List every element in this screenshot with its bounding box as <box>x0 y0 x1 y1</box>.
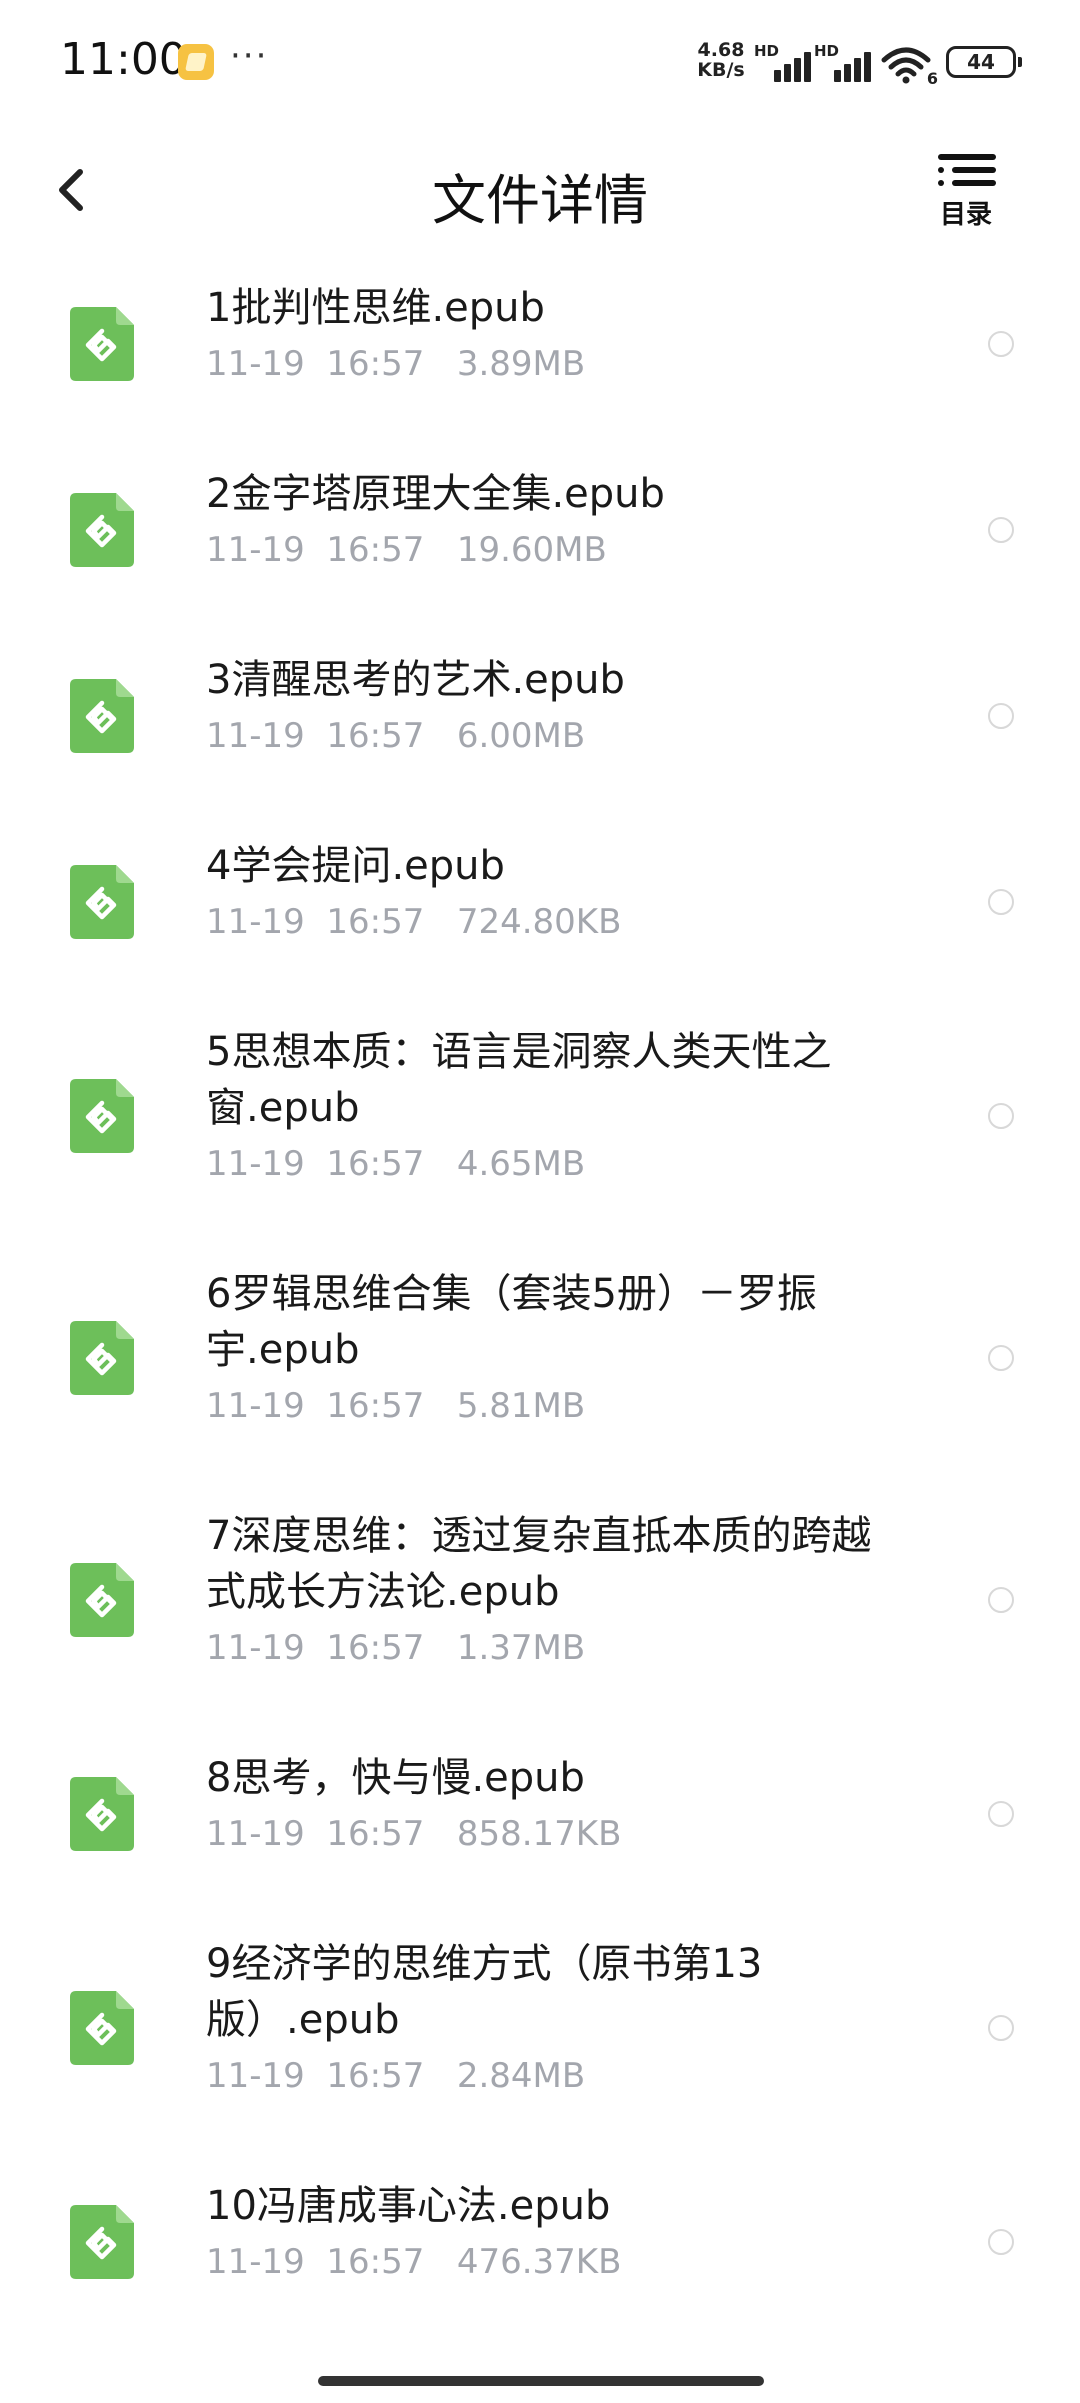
select-radio[interactable] <box>988 331 1014 357</box>
file-list-item[interactable]: 4学会提问.epub 11-19 16:57 724.80KB <box>0 838 1080 954</box>
file-meta: 11-19 16:57 1.37MB <box>206 1628 586 1668</box>
wifi-generation-label: 6 <box>926 69 938 88</box>
file-list-item[interactable]: 9经济学的思维方式（原书第13版）.epub 11-19 16:57 2.84MB <box>0 1936 1080 2108</box>
network-speed-value: 4.68 <box>697 39 745 61</box>
file-list-item[interactable]: 1批判性思维.epub 11-19 16:57 3.89MB <box>0 280 1080 396</box>
file-name: 9经济学的思维方式（原书第13版）.epub <box>206 1941 763 2043</box>
file-list-item[interactable]: 3清醒思考的艺术.epub 11-19 16:57 6.00MB <box>0 652 1080 768</box>
epub-file-icon <box>70 1777 134 1851</box>
network-speed-unit: KB/s <box>697 59 745 81</box>
file-details-screen: 11:00 ··· 4.68 KB/s HD HD 6 44 文件详情 目录 1… <box>0 0 1080 2403</box>
file-meta: 11-19 16:57 6.00MB <box>206 716 586 756</box>
status-time: 11:00 <box>60 34 187 85</box>
home-indicator[interactable] <box>318 2376 764 2386</box>
notification-app-icon <box>178 44 214 80</box>
file-name: 10冯唐成事心法.epub <box>206 2183 611 2229</box>
status-bar: 11:00 ··· 4.68 KB/s HD HD 6 44 <box>0 0 1080 120</box>
file-name: 8思考，快与慢.epub <box>206 1755 585 1801</box>
epub-file-icon <box>70 493 134 567</box>
toc-label: 目录 <box>939 200 992 230</box>
epub-file-icon <box>70 679 134 753</box>
file-meta: 11-19 16:57 858.17KB <box>206 1814 622 1854</box>
select-radio[interactable] <box>988 2015 1014 2041</box>
epub-file-icon <box>70 1321 134 1395</box>
select-radio[interactable] <box>988 703 1014 729</box>
network-speed: 4.68 KB/s <box>692 40 750 80</box>
file-list-item[interactable]: 6罗辑思维合集（套装5册）－罗振宇.epub 11-19 16:57 5.81MB <box>0 1266 1080 1438</box>
epub-file-icon <box>70 1563 134 1637</box>
file-list-item[interactable]: 10冯唐成事心法.epub 11-19 16:57 476.37KB <box>0 2178 1080 2294</box>
epub-file-icon <box>70 307 134 381</box>
epub-file-icon <box>70 1991 134 2065</box>
file-meta: 11-19 16:57 5.81MB <box>206 1386 586 1426</box>
file-meta: 11-19 16:57 2.84MB <box>206 2056 586 2096</box>
sim2-signal-icon: HD <box>814 42 872 82</box>
wifi-icon: 6 <box>880 44 938 88</box>
more-notifications-icon: ··· <box>230 36 269 76</box>
file-list-item[interactable]: 5思想本质：语言是洞察人类天性之窗.epub 11-19 16:57 4.65MB <box>0 1024 1080 1196</box>
file-name: 6罗辑思维合集（套装5册）－罗振宇.epub <box>206 1271 817 1373</box>
toc-button[interactable]: 目录 <box>930 154 1002 234</box>
app-header: 文件详情 目录 <box>0 120 1080 260</box>
select-radio[interactable] <box>988 2229 1014 2255</box>
battery-indicator: 44 <box>946 46 1022 78</box>
file-name: 3清醒思考的艺术.epub <box>206 657 625 703</box>
file-name: 7深度思维：透过复杂直抵本质的跨越式成长方法论.epub <box>206 1513 872 1615</box>
epub-file-icon <box>70 2205 134 2279</box>
file-name: 5思想本质：语言是洞察人类天性之窗.epub <box>206 1029 832 1131</box>
file-name: 1批判性思维.epub <box>206 285 545 331</box>
file-meta: 11-19 16:57 19.60MB <box>206 530 607 570</box>
file-name: 2金字塔原理大全集.epub <box>206 471 665 517</box>
file-meta: 11-19 16:57 476.37KB <box>206 2242 622 2282</box>
select-radio[interactable] <box>988 517 1014 543</box>
file-meta: 11-19 16:57 724.80KB <box>206 902 622 942</box>
select-radio[interactable] <box>988 889 1014 915</box>
file-name: 4学会提问.epub <box>206 843 505 889</box>
file-list-item[interactable]: 7深度思维：透过复杂直抵本质的跨越式成长方法论.epub 11-19 16:57 … <box>0 1508 1080 1680</box>
epub-file-icon <box>70 865 134 939</box>
file-meta: 11-19 16:57 3.89MB <box>206 344 586 384</box>
file-list-item[interactable]: 2金字塔原理大全集.epub 11-19 16:57 19.60MB <box>0 466 1080 582</box>
select-radio[interactable] <box>988 1587 1014 1613</box>
page-title: 文件详情 <box>432 169 648 232</box>
sim2-hd-label: HD <box>814 42 840 60</box>
sim1-hd-label: HD <box>754 42 780 60</box>
select-radio[interactable] <box>988 1801 1014 1827</box>
epub-file-icon <box>70 1079 134 1153</box>
file-list-item[interactable]: 8思考，快与慢.epub 11-19 16:57 858.17KB <box>0 1750 1080 1866</box>
select-radio[interactable] <box>988 1103 1014 1129</box>
select-radio[interactable] <box>988 1345 1014 1371</box>
sim1-signal-icon: HD <box>754 42 812 82</box>
file-meta: 11-19 16:57 4.65MB <box>206 1144 586 1184</box>
